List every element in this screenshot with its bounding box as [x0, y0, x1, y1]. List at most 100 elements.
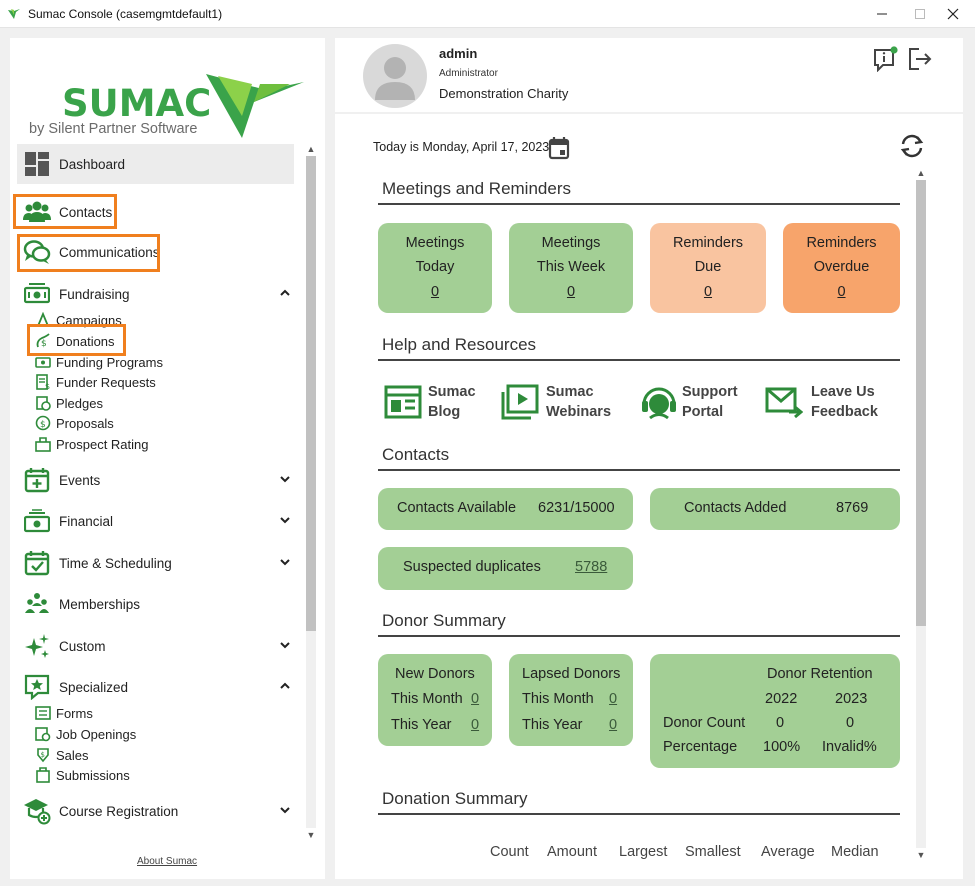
dashboard-icon	[23, 150, 51, 178]
sumac-webinars-link[interactable]: Sumac Webinars	[501, 380, 621, 424]
feedback-icon	[765, 387, 803, 419]
calendar-icon[interactable]	[548, 136, 570, 160]
about-sumac-link[interactable]: About Sumac	[137, 856, 197, 867]
meetings-today-count-link[interactable]: 0	[378, 284, 492, 300]
nav-time-scheduling[interactable]: Time & Scheduling	[17, 543, 294, 583]
meetings-today-tile[interactable]: Meetings Today 0	[378, 223, 492, 313]
sumac-app-icon	[8, 8, 20, 19]
nav-pledges[interactable]: Pledges	[35, 393, 103, 413]
nav-custom[interactable]: Custom	[17, 626, 294, 666]
new-donors-year-link[interactable]: 0	[471, 717, 479, 733]
nav-sales[interactable]: $ Sales	[35, 745, 89, 765]
nav-fundraising-label: Fundraising	[59, 286, 130, 302]
chevron-down-icon[interactable]	[278, 638, 292, 652]
refresh-icon[interactable]	[898, 132, 926, 160]
tile-label: Reminders	[806, 235, 877, 251]
chevron-down-icon[interactable]	[278, 513, 292, 527]
today-date: Today is Monday, April 17, 2023	[373, 140, 550, 154]
lapsed-donors-title: Lapsed Donors	[522, 666, 621, 682]
nav-pledges-label: Pledges	[56, 395, 103, 411]
chevron-down-icon[interactable]	[278, 555, 292, 569]
dashboard-main: Today is Monday, April 17, 2023 ▲ ▼ Meet…	[335, 114, 963, 879]
donor-count-label: Donor Count	[663, 715, 746, 731]
resource-label: Feedback	[811, 404, 878, 420]
reminders-overdue-tile[interactable]: Reminders Overdue 0	[783, 223, 900, 313]
nav-submissions[interactable]: Submissions	[35, 765, 130, 785]
nav-specialized[interactable]: Specialized	[17, 667, 294, 707]
specialized-icon	[23, 673, 51, 701]
meetings-this-week-tile[interactable]: Meetings This Week 0	[509, 223, 633, 313]
blog-icon	[384, 385, 422, 419]
nav-memberships[interactable]: Memberships	[17, 584, 294, 624]
support-icon	[642, 387, 676, 420]
retention-year-2: 2023	[835, 691, 868, 707]
nav-time-scheduling-label: Time & Scheduling	[59, 555, 172, 571]
contacts-section-title: Contacts	[382, 445, 450, 464]
nav-custom-label: Custom	[59, 638, 106, 654]
column-header-median: Median	[831, 844, 879, 860]
column-header-smallest: Smallest	[685, 844, 741, 860]
main-scrollbar[interactable]: ▲ ▼	[914, 166, 928, 862]
reminders-overdue-count-link[interactable]: 0	[783, 284, 900, 300]
nav-proposals[interactable]: $ Proposals	[35, 413, 114, 433]
logout-icon[interactable]	[907, 46, 933, 72]
column-header-count: Count	[490, 844, 529, 860]
svg-text:$: $	[41, 751, 45, 759]
nav-funder-requests-label: Funder Requests	[56, 374, 156, 390]
lapsed-donors-year-link[interactable]: 0	[609, 717, 617, 733]
avatar[interactable]	[363, 44, 427, 108]
leave-feedback-link[interactable]: Leave Us Feedback	[765, 380, 895, 424]
time-scheduling-icon	[23, 549, 51, 577]
chevron-up-icon[interactable]	[278, 679, 292, 693]
nav-events-label: Events	[59, 472, 101, 488]
section-divider	[378, 359, 900, 361]
nav-dashboard[interactable]: Dashboard	[17, 144, 294, 184]
fundraising-icon	[23, 280, 51, 308]
meetings-section-title: Meetings and Reminders	[382, 179, 571, 198]
nav-events[interactable]: Events	[17, 460, 294, 500]
section-divider	[378, 635, 900, 637]
nav-forms-label: Forms	[56, 705, 93, 721]
nav-funder-requests[interactable]: $ Funder Requests	[35, 372, 156, 392]
funding-programs-icon	[35, 354, 51, 370]
close-icon[interactable]	[931, 0, 975, 28]
reminders-due-count-link[interactable]: 0	[650, 284, 766, 300]
sidebar-scrollbar[interactable]: ▲ ▼	[304, 142, 318, 842]
lapsed-donors-month-label: This Month	[522, 691, 594, 707]
reminders-due-tile[interactable]: Reminders Due 0	[650, 223, 766, 313]
donor-retention-card: Donor Retention 2022 2023 Donor Count 0 …	[650, 654, 900, 768]
resource-label: Leave Us	[811, 384, 875, 400]
chevron-down-icon[interactable]	[278, 472, 292, 486]
highlight-box-communications	[17, 234, 160, 272]
nav-dashboard-label: Dashboard	[59, 156, 126, 172]
nav-financial[interactable]: Financial	[17, 501, 294, 541]
chevron-down-icon[interactable]	[278, 803, 292, 817]
sidebar: SUMAC by Silent Partner Software ▲ ▼ Das…	[10, 38, 325, 879]
donation-summary-title: Donation Summary	[382, 789, 528, 808]
svg-text:$: $	[45, 382, 50, 390]
nav-course-registration[interactable]: Course Registration	[17, 791, 294, 831]
nav-financial-label: Financial	[59, 513, 114, 529]
tile-label: This Week	[536, 259, 606, 275]
suspected-duplicates-link[interactable]: 5788	[575, 559, 607, 575]
nav-funding-programs[interactable]: Funding Programs	[35, 352, 163, 372]
sumac-blog-link[interactable]: Sumac Blog	[384, 380, 484, 424]
prospect-rating-icon	[35, 436, 51, 452]
user-role: Administrator	[439, 68, 498, 79]
nav-job-openings-label: Job Openings	[56, 726, 137, 742]
notifications-icon[interactable]	[873, 46, 899, 72]
nav-forms[interactable]: Forms	[35, 703, 93, 723]
chevron-up-icon[interactable]	[278, 286, 292, 300]
donor-retention-title: Donor Retention	[767, 666, 873, 682]
nav-fundraising[interactable]: Fundraising	[17, 274, 294, 314]
nav-job-openings[interactable]: Job Openings	[35, 724, 136, 744]
meetings-week-count-link[interactable]: 0	[509, 284, 633, 300]
events-icon	[23, 466, 51, 494]
nav-memberships-label: Memberships	[59, 596, 141, 612]
nav-prospect-rating[interactable]: Prospect Rating	[35, 434, 149, 454]
section-divider	[378, 813, 900, 815]
percentage-2022: 100%	[763, 739, 801, 755]
lapsed-donors-month-link[interactable]: 0	[609, 691, 617, 707]
support-portal-link[interactable]: Support Portal	[640, 380, 750, 424]
new-donors-month-link[interactable]: 0	[471, 691, 479, 707]
